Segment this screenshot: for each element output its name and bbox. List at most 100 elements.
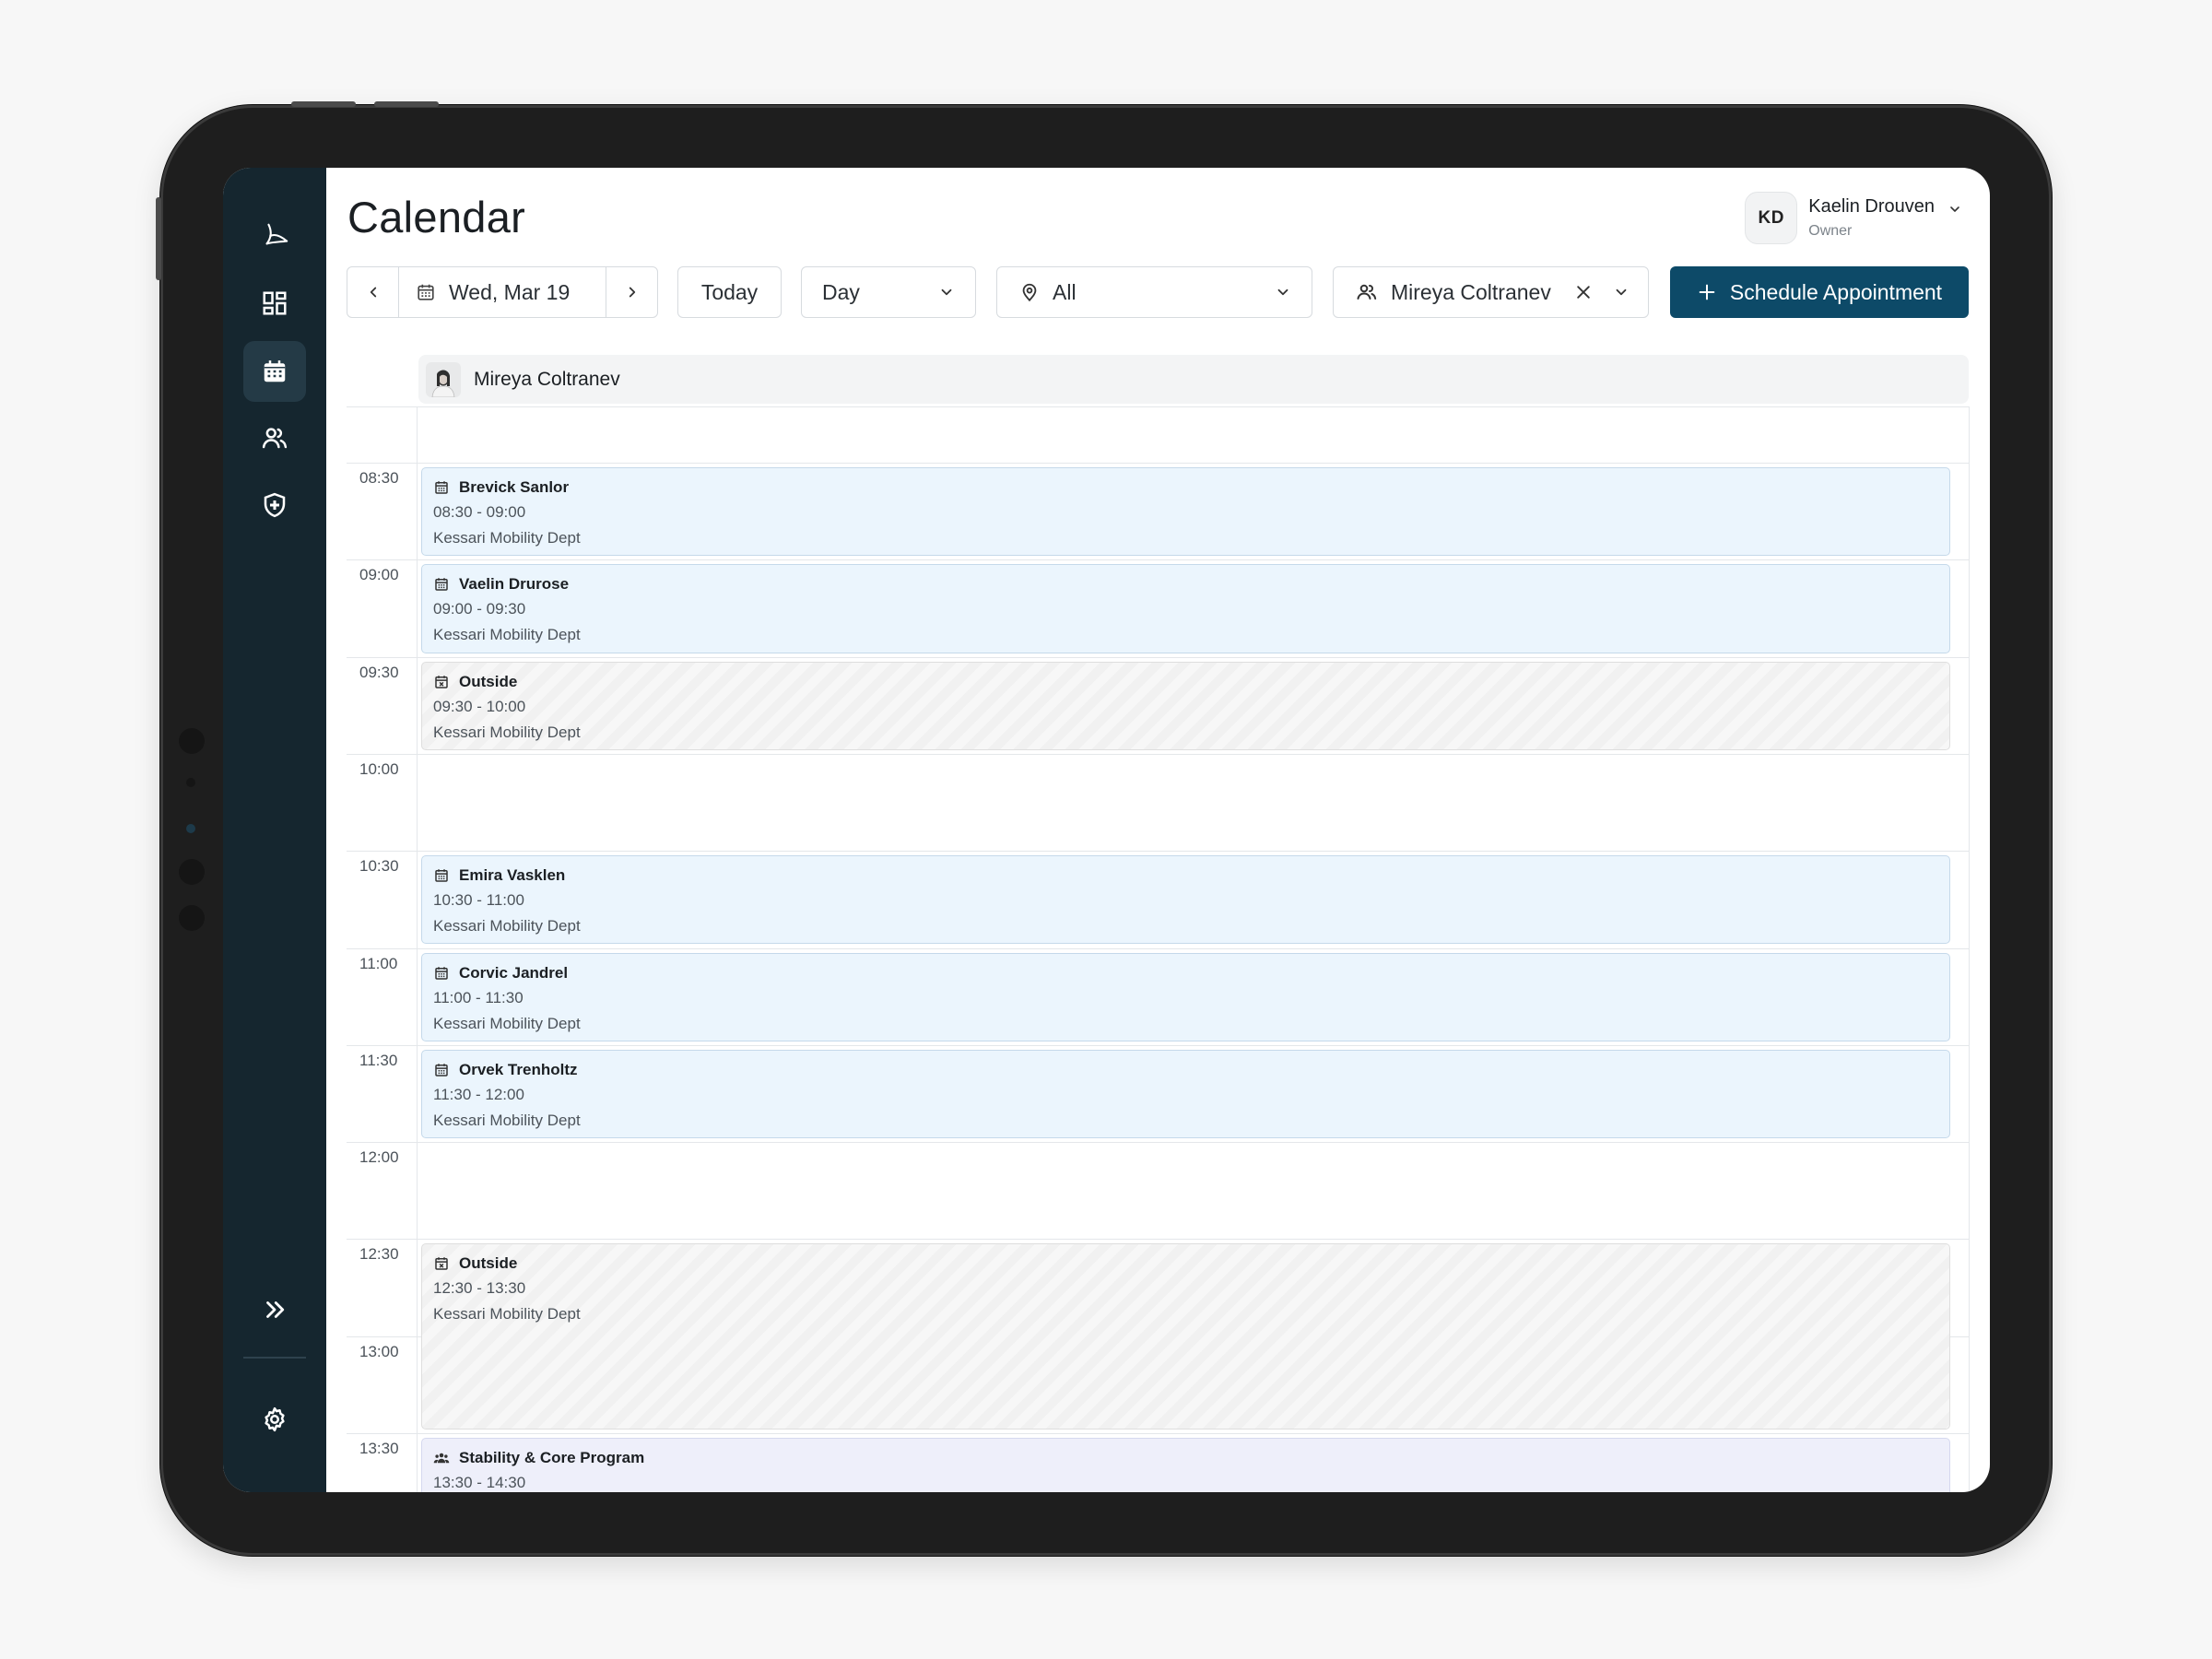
plus-icon — [1699, 284, 1715, 300]
grid-line — [347, 1239, 1970, 1241]
unavailable-block[interactable]: Outside 12:30 - 13:30 Kessari Mobility Dep… — [421, 1243, 1950, 1430]
close-icon[interactable] — [1574, 283, 1593, 301]
staff-column-name: Mireya Coltranev — [474, 368, 620, 390]
time-label: 10:30 — [359, 857, 399, 876]
location-select-value: All — [1053, 279, 1077, 304]
view-select-value: Day — [822, 279, 860, 304]
event-department: Kessari Mobility Dept — [433, 626, 581, 644]
logo-icon — [265, 223, 288, 245]
event-department: Kessari Mobility Dept — [433, 1111, 581, 1129]
time-label: 09:30 — [359, 663, 399, 681]
user-menu[interactable]: KD Kaelin Drouven Owner — [1745, 192, 1962, 244]
calendar-icon — [433, 867, 450, 884]
grid-line — [347, 1142, 1970, 1144]
chevron-down-icon — [1616, 288, 1627, 296]
user-name: Kaelin Drouven — [1808, 196, 1935, 217]
grid-line — [347, 851, 1970, 853]
view-select[interactable]: Day — [801, 266, 976, 318]
event-title-row: Corvic Jandrel — [433, 963, 1949, 983]
event-title: Corvic Jandrel — [459, 963, 569, 982]
location-select[interactable]: All — [996, 266, 1312, 318]
unavailable-block[interactable]: Outside 09:30 - 10:00 Kessari Mobility Dep… — [421, 661, 1950, 750]
sidebar-item-calendar[interactable] — [243, 341, 306, 402]
event-department: Kessari Mobility Dept — [433, 1014, 581, 1032]
time-label: 09:00 — [359, 566, 399, 584]
sensor-1 — [179, 728, 205, 754]
sidebar-item-clients[interactable] — [243, 407, 306, 468]
calendar-icon — [433, 1062, 450, 1078]
sensor-2 — [186, 778, 195, 787]
appointment-event[interactable]: Vaelin Drurose 09:00 - 09:30 Kessari Mobil… — [421, 564, 1950, 653]
time-label: 10:00 — [359, 759, 399, 778]
staff-select[interactable]: Mireya Coltranev — [1333, 266, 1649, 318]
group-icon — [433, 1450, 450, 1466]
chevron-down-icon — [1950, 206, 1959, 212]
sidebar-logo[interactable] — [243, 205, 306, 265]
event-department: Kessari Mobility Dept — [433, 723, 581, 741]
today-button[interactable]: Today — [677, 266, 782, 318]
event-title: Outside — [459, 672, 518, 690]
prev-day-button[interactable] — [347, 267, 398, 317]
map-pin-icon — [1022, 283, 1037, 302]
app-screen: Calendar KD Kaelin Drouven Owner Wed, Ma… — [223, 168, 1990, 1492]
staff-avatar — [426, 361, 461, 397]
event-time: 08:30 - 09:00 — [433, 503, 526, 521]
appointment-event[interactable]: Brevick Sanlor 08:30 - 09:00 Kessari Mobil… — [421, 467, 1950, 557]
grid-line — [347, 656, 1970, 658]
event-title: Vaelin Drurose — [459, 575, 570, 594]
group-class-event[interactable]: Stability & Core Program 13:30 - 14:30 — [421, 1438, 1950, 1492]
main-content: Calendar KD Kaelin Drouven Owner Wed, Ma… — [326, 168, 1990, 1492]
time-label: 11:30 — [359, 1051, 398, 1069]
event-department: Kessari Mobility Dept — [433, 529, 581, 547]
sensor-4 — [179, 905, 205, 931]
staff-select-value: Mireya Coltranev — [1391, 279, 1551, 304]
date-navigator: Wed, Mar 19 — [347, 266, 658, 318]
calendar-icon — [433, 576, 450, 593]
event-time: 09:00 - 09:30 — [433, 600, 526, 618]
appointment-event[interactable]: Orvek Trenholtz 11:30 - 12:00 Kessari Mobi… — [421, 1049, 1950, 1139]
day-schedule-grid: 08:30 09:00 09:30 10:00 10:30 11:00 11:30 12:00… — [347, 406, 1970, 1492]
event-time: 10:30 - 11:00 — [433, 891, 524, 910]
chevron-down-icon — [1277, 288, 1288, 296]
event-title-row: Outside — [433, 1253, 1949, 1274]
event-title-row: Stability & Core Program — [433, 1448, 1949, 1468]
event-time: 12:30 - 13:30 — [433, 1279, 526, 1298]
appointment-event[interactable]: Corvic Jandrel 11:00 - 11:30 Kessari Mobil… — [421, 952, 1950, 1041]
appointment-event[interactable]: Emira Vasklen 10:30 - 11:00 Kessari Mobili… — [421, 855, 1950, 945]
volume-button-top-2 — [374, 101, 439, 107]
shield-icon — [264, 492, 286, 518]
event-title-row: Orvek Trenholtz — [433, 1060, 1949, 1080]
sidebar-item-settings[interactable] — [243, 1389, 306, 1450]
users-icon — [1357, 284, 1377, 300]
dashboard-icon — [263, 291, 287, 315]
time-label: 13:30 — [359, 1440, 399, 1457]
event-time: 11:30 - 12:00 — [433, 1085, 524, 1103]
event-title-row: Brevick Sanlor — [433, 477, 1949, 498]
date-picker-button[interactable]: Wed, Mar 19 — [398, 267, 606, 317]
chevron-left-icon — [370, 287, 376, 298]
power-button — [156, 197, 161, 280]
calendar-x-icon — [433, 674, 450, 690]
event-title-row: Outside — [433, 672, 1949, 692]
next-day-button[interactable] — [606, 267, 657, 317]
sidebar-item-insurance[interactable] — [243, 475, 306, 535]
time-slot[interactable] — [418, 407, 1969, 463]
user-role: Owner — [1808, 223, 1853, 239]
sidebar-expand-button[interactable] — [243, 1279, 306, 1340]
time-label: 11:00 — [359, 954, 398, 972]
calendar-x-icon — [433, 1255, 450, 1272]
grid-line — [347, 1044, 1970, 1046]
chevron-down-icon — [941, 288, 952, 296]
sidebar-item-dashboard[interactable] — [243, 273, 306, 334]
event-time: 11:00 - 11:30 — [433, 988, 524, 1006]
event-time: 09:30 - 10:00 — [433, 697, 526, 715]
calendar-icon — [418, 284, 434, 300]
grid-right-border — [1969, 407, 1970, 1492]
sidebar-divider — [243, 1357, 306, 1359]
current-date-label: Wed, Mar 19 — [449, 279, 571, 304]
event-time: 13:30 - 14:30 — [433, 1474, 526, 1491]
sensor-3 — [179, 859, 205, 885]
schedule-appointment-button[interactable]: Schedule Appointment — [1670, 266, 1969, 318]
grid-line — [347, 753, 1970, 755]
avatar: KD — [1745, 192, 1798, 244]
